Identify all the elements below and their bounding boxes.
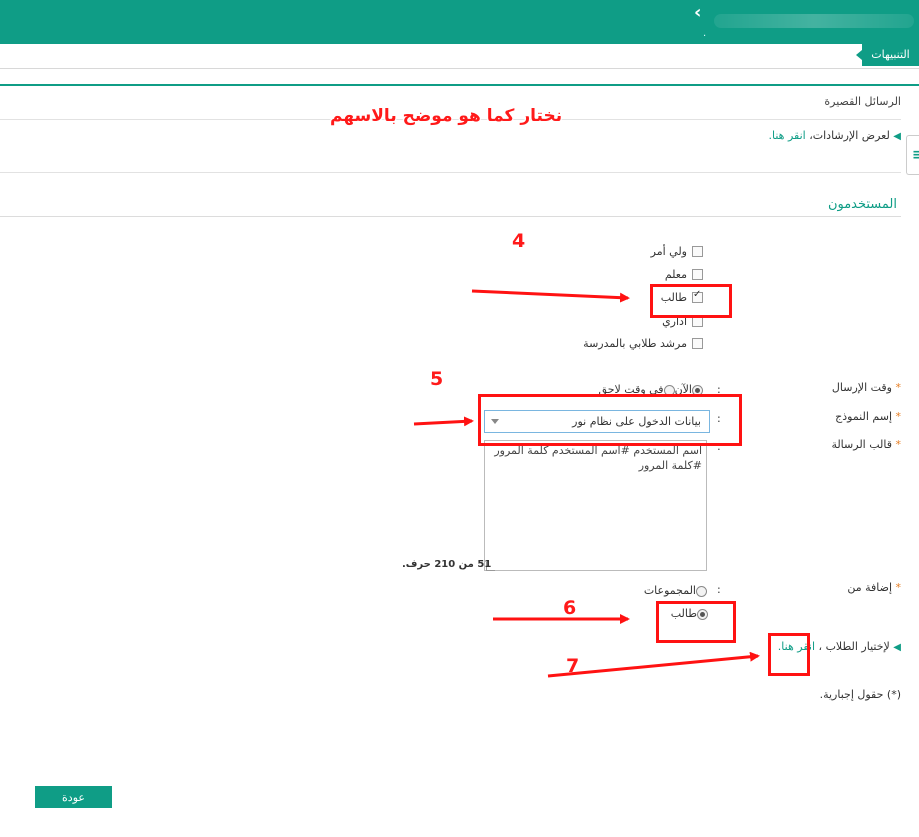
arrow-to-template-select: [413, 416, 474, 427]
arrow-to-click-here: [547, 651, 760, 678]
arrow-to-student-checkbox: [471, 289, 630, 303]
annotation-arrows: [413, 289, 760, 678]
